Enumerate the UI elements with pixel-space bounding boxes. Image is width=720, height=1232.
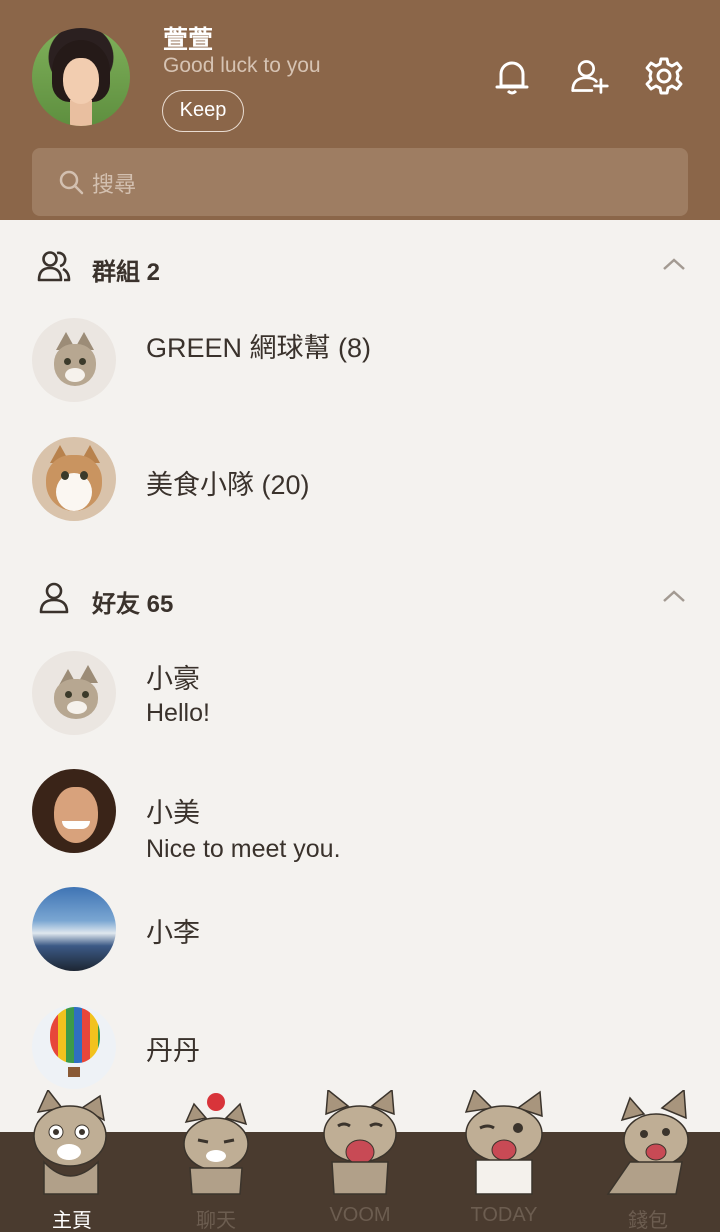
friend-avatar <box>32 1005 116 1089</box>
nav-wallet[interactable]: 錢包 <box>576 1090 720 1232</box>
cat-sticker-icon <box>464 1090 543 1195</box>
profile-status[interactable]: Good luck to you <box>163 54 321 78</box>
profile-avatar[interactable] <box>32 28 130 126</box>
profile-name[interactable]: 萱萱 <box>163 20 213 56</box>
group-name: 美食小隊 (20) <box>146 470 310 500</box>
friend-row[interactable]: 小豪 Hello! <box>0 651 720 751</box>
friend-message: Hello! <box>146 699 210 727</box>
group-avatar <box>32 437 116 521</box>
friend-avatar <box>32 887 116 971</box>
friend-avatar <box>32 651 116 735</box>
group-name: GREEN 網球幫 (8) <box>146 333 372 363</box>
group-row-green[interactable]: GREEN 網球幫 (8) <box>0 318 720 418</box>
header: 萱萱 Good luck to you Keep 搜尋 <box>0 0 720 220</box>
nav-label: 錢包 <box>628 1210 668 1232</box>
chevron-up-icon[interactable] <box>660 586 688 606</box>
search-icon <box>59 170 84 195</box>
groups-title: 群組 2 <box>92 259 161 286</box>
friend-avatar <box>32 769 116 853</box>
keep-button[interactable]: Keep <box>162 90 244 132</box>
nav-label: 聊天 <box>196 1210 236 1232</box>
friend-name: 小美 <box>146 798 200 828</box>
nav-label: VOOM <box>329 1204 391 1226</box>
nav-home[interactable]: 主頁 <box>0 1090 144 1232</box>
person-icon <box>39 582 69 614</box>
chevron-up-icon[interactable] <box>660 254 688 274</box>
bottom-nav: 主頁 聊天 VOOM TODAY 錢包 <box>0 1090 720 1232</box>
nav-label: TODAY <box>470 1204 538 1226</box>
add-friend-icon[interactable] <box>570 56 610 96</box>
groups-section-header[interactable]: 群組 2 <box>0 238 720 298</box>
search-input[interactable]: 搜尋 <box>32 148 688 216</box>
search-placeholder: 搜尋 <box>92 172 137 197</box>
cat-sticker-icon <box>33 1090 107 1195</box>
friends-section-header[interactable]: 好友 65 <box>0 570 720 630</box>
nav-label: 主頁 <box>52 1210 92 1232</box>
cat-sticker-icon <box>183 1093 249 1195</box>
friend-name: 小豪 <box>146 664 200 694</box>
nav-chat[interactable]: 聊天 <box>144 1093 288 1232</box>
gear-icon[interactable] <box>644 56 684 96</box>
group-avatar <box>32 318 116 402</box>
friends-title: 好友 65 <box>92 591 174 618</box>
nav-today[interactable]: TODAY <box>432 1090 576 1232</box>
friend-name: 小李 <box>146 918 200 948</box>
group-row-food[interactable]: 美食小隊 (20) <box>0 437 720 537</box>
cat-sticker-icon <box>606 1090 689 1195</box>
bell-icon[interactable] <box>492 56 532 96</box>
friend-name: 丹丹 <box>146 1036 200 1066</box>
nav-voom[interactable]: VOOM <box>288 1090 432 1232</box>
friend-row[interactable]: 小李 <box>0 887 720 987</box>
friend-message: Nice to meet you. <box>146 835 341 863</box>
group-icon <box>37 251 71 282</box>
friend-row[interactable]: 小美 Nice to meet you. <box>0 769 720 869</box>
cat-sticker-icon <box>323 1090 397 1195</box>
